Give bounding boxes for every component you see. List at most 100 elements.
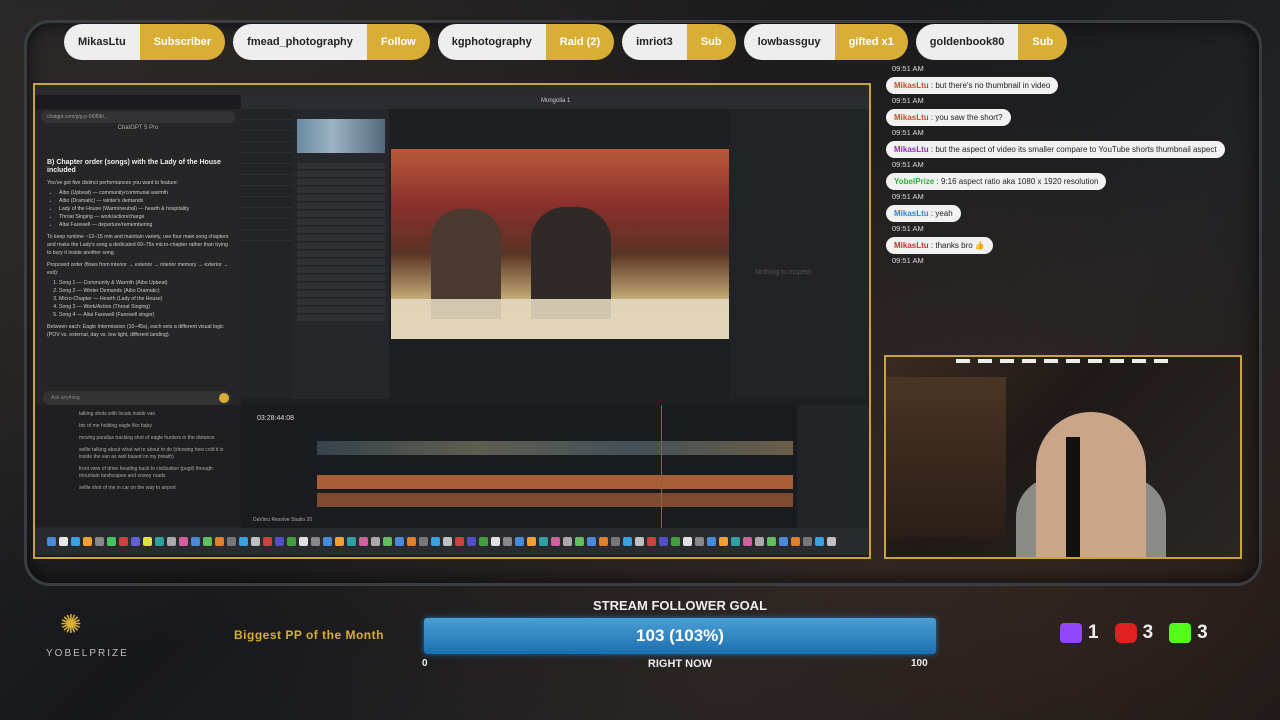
list-item: Aibo (Dramatic) — winter's demands	[59, 197, 229, 205]
list-item: Throat Singing — work/action/charge	[59, 213, 229, 221]
mac-menubar	[35, 85, 869, 95]
list-item: Lady of the House (Warm/neutral) — heart…	[59, 205, 229, 213]
screen-capture: chatgpt.com/g/g-p-6f0f0b/... ChatGPT 5 P…	[33, 83, 871, 559]
mac-dock[interactable]	[35, 528, 869, 555]
youtube-icon	[1114, 623, 1137, 643]
chat-text: yeah	[935, 209, 953, 218]
alert-pill: imriot3 Sub	[622, 24, 736, 60]
streamer	[1036, 412, 1146, 557]
video-viewer[interactable]	[391, 149, 729, 339]
chat-timestamp: 09:51 AM	[892, 256, 924, 265]
inspector-panel: Nothing to inspect	[729, 109, 869, 399]
chat-message: YobelPrize : 9:16 aspect ratio aka 1080 …	[886, 173, 1266, 190]
audio-mixer[interactable]	[797, 405, 869, 528]
alert-pill: lowbassguy gifted x1	[743, 24, 908, 60]
biggest-pp-label: Biggest PP of the Month	[234, 628, 384, 642]
alert-event: Sub	[686, 24, 736, 60]
logo-word: YOBELPRIZE	[46, 648, 129, 659]
chat-user: MikasLtu	[894, 81, 929, 90]
chat-timestamp: 09:51 AM	[892, 64, 924, 73]
video-track[interactable]	[317, 441, 793, 455]
youtube-counter: 3	[1114, 622, 1154, 644]
feature-list: Aibo (Upbeat) — community/communal warmt…	[47, 189, 229, 229]
list-item: selfie talking about what we're about to…	[79, 447, 224, 460]
platform-counters: 1 3 3	[1060, 622, 1208, 644]
resolve-window: Mongolia 1 Nothing to inspect 03:28:44:0…	[241, 95, 869, 528]
audio-track[interactable]	[317, 475, 793, 489]
list-item: Altai Farewell — departure/remembering	[59, 221, 229, 229]
table	[391, 299, 729, 339]
alert-name: kgphotography	[437, 24, 546, 60]
list-item: Aibo (Upbeat) — community/communal warmt…	[59, 189, 229, 197]
chat-timestamp: 09:51 AM	[892, 96, 924, 105]
chat-user: MikasLtu	[894, 113, 929, 122]
microphone	[1066, 437, 1080, 557]
chat-text: 9:16 aspect ratio aka 1080 x 1920 resolu…	[940, 177, 1099, 186]
brand-logo: ✺ YOBELPRIZE	[32, 610, 132, 660]
chat-input[interactable]: Ask anything	[43, 391, 231, 405]
inspector-empty-text: Nothing to inspect	[755, 269, 812, 276]
browser-tabs[interactable]	[35, 95, 241, 109]
goal-progress-bar: 103 (103%)	[424, 618, 936, 654]
list-item: Song 3 — Work/Action (Throat Singing)	[59, 303, 229, 311]
alert-name: MikasLtu	[64, 24, 140, 60]
kick-icon	[1169, 623, 1192, 643]
list-item: talking shots with locals inside van	[79, 411, 156, 417]
resolve-toolbar[interactable]: Mongolia 1	[241, 95, 869, 109]
goal-max: 100	[911, 658, 928, 669]
alert-name: imriot3	[622, 24, 687, 60]
chat-user: MikasLtu	[894, 241, 929, 250]
list-item: Song 1 — Community & Warmth (Aibo Upbeat…	[59, 279, 229, 287]
alert-event: Follow	[366, 24, 430, 60]
voice-icon[interactable]	[219, 393, 229, 403]
song-list: Song 1 — Community & Warmth (Aibo Upbeat…	[47, 279, 229, 319]
alert-pill: MikasLtu Subscriber	[64, 24, 226, 60]
list-item: moving parallax tracking shot of eagle h…	[79, 435, 215, 441]
alert-name: goldenbook80	[915, 24, 1019, 60]
list-item: Song 4 — Altai Farewell (Farewell singer…	[59, 311, 229, 319]
alert-event: Raid (2)	[545, 24, 615, 60]
proposed-order: Proposed order (flows from interior → ex…	[47, 262, 229, 276]
media-pool[interactable]	[293, 109, 389, 399]
chat-message: MikasLtu : yeah	[886, 205, 1266, 222]
chat-overlay: 09:51 AM MikasLtu : but there's no thumb…	[886, 62, 1266, 269]
chat-text: but the aspect of video its smaller comp…	[935, 145, 1217, 154]
alert-name: lowbassguy	[743, 24, 835, 60]
alert-name: fmead_photography	[233, 24, 367, 60]
logo-mark-icon: ✺	[60, 610, 82, 640]
clip-thumbnails[interactable]	[297, 119, 385, 153]
playhead[interactable]	[661, 405, 662, 528]
project-title: Mongolia 1	[541, 98, 571, 104]
counter-value: 3	[1142, 622, 1154, 643]
chat-user: YobelPrize	[894, 177, 935, 186]
timeline[interactable]: 03:28:44:08 DaVinci Resolve Studio 20	[241, 405, 869, 528]
list-item: bts of me holding eagle like baby	[79, 423, 152, 429]
alert-event: Sub	[1018, 24, 1068, 60]
chat-timestamp: 09:51 AM	[892, 224, 924, 233]
chat-input-placeholder: Ask anything	[51, 395, 80, 401]
chat-message: MikasLtu : you saw the short?	[886, 109, 1266, 126]
url-bar[interactable]: chatgpt.com/g/g-p-6f0f0b/...	[41, 111, 235, 123]
counter-value: 3	[1197, 622, 1208, 643]
response-intro: You've got five distinct performances yo…	[47, 180, 179, 186]
timecode: 03:28:44:08	[257, 415, 294, 422]
kick-counter: 3	[1169, 622, 1208, 644]
webcam-border-dashes	[956, 359, 1176, 363]
media-bins[interactable]	[241, 109, 293, 399]
audio-track[interactable]	[317, 493, 793, 507]
chat-timestamp: 09:51 AM	[892, 192, 924, 201]
goal-title: STREAM FOLLOWER GOAL	[592, 598, 768, 613]
goal-subtitle: RIGHT NOW	[647, 658, 713, 670]
list-item: Micro-Chapter — Hearth (Lady of the Hous…	[59, 295, 229, 303]
twitch-counter: 1	[1060, 622, 1099, 644]
goal-value: 103 (103%)	[636, 626, 724, 645]
response-heading: B) Chapter order (songs) with the Lady o…	[47, 159, 221, 174]
response-paragraph: To keep runtime ~12–15 min and maintain …	[47, 234, 229, 256]
chat-message: MikasLtu : thanks bro 👍	[886, 237, 1266, 254]
list-item: selfie shot of me in car on the way to a…	[79, 485, 176, 491]
chat-timestamp: 09:51 AM	[892, 160, 924, 169]
chat-message: MikasLtu : but the aspect of video its s…	[886, 141, 1266, 158]
list-item: Song 2 — Winter Demands (Aibo Dramatic)	[59, 287, 229, 295]
chat-text: but there's no thumbnail in video	[935, 81, 1051, 90]
chat-message: MikasLtu : but there's no thumbnail in v…	[886, 77, 1266, 94]
